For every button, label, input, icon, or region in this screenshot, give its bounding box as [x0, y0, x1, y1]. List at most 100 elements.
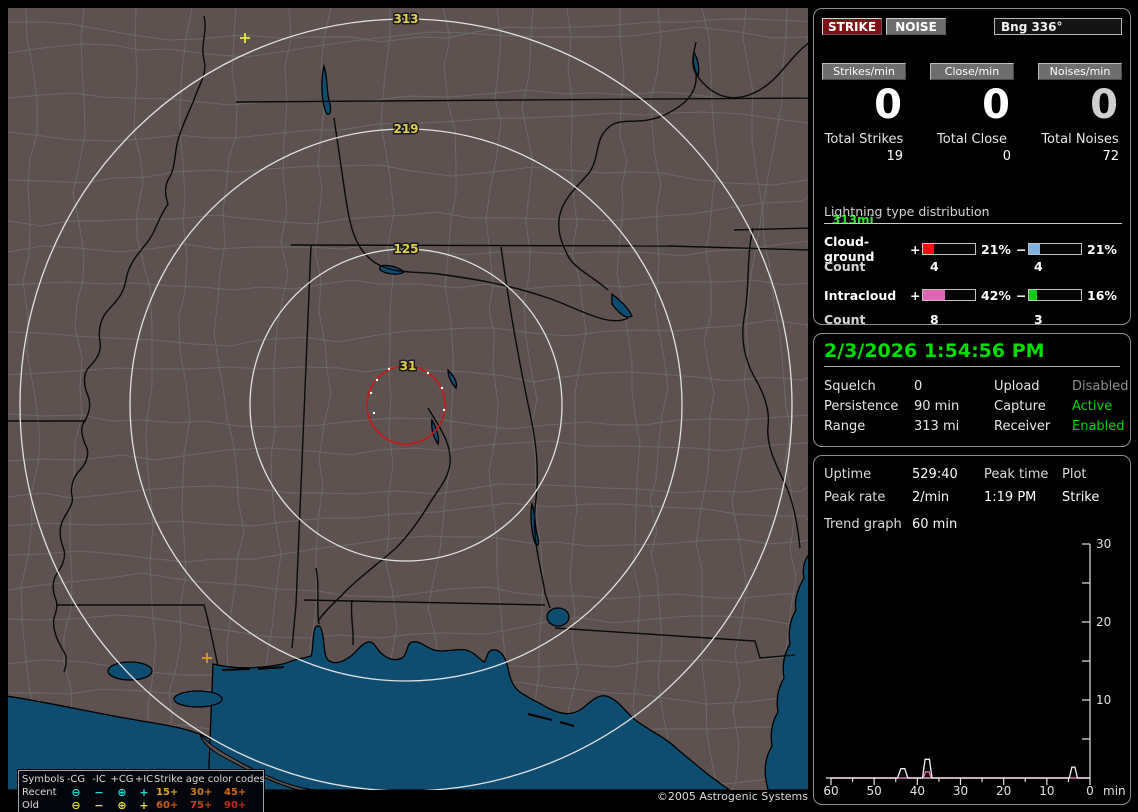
strikes-rate-value: 0: [874, 82, 902, 128]
legend-symbols-header: Symbols: [22, 774, 65, 785]
minus-sign: −: [1016, 241, 1027, 257]
persistence-value: 90 min: [914, 398, 960, 414]
svg-text:30: 30: [953, 784, 968, 798]
range-value: 313 mi: [914, 418, 960, 434]
stats-grid: Uptime 529:40 Peak time Plot Peak rate 2…: [824, 463, 1124, 532]
cg-negative-bar: [1028, 243, 1082, 255]
cg-positive-pct: 21%: [981, 241, 1011, 257]
age-60: 60+: [156, 800, 179, 811]
svg-text:313: 313: [393, 12, 418, 26]
panel-counters: STRIKE NOISE Bng 336° 313mi Strikes/min …: [813, 8, 1131, 327]
map-canvas: 313 219 125 31: [8, 8, 808, 790]
total-strikes-label: Total Strikes: [824, 132, 904, 147]
cg-positive-bar: [922, 243, 976, 255]
age-15: 15+: [156, 787, 179, 798]
age-90: 90+: [224, 800, 247, 811]
distribution-title: Lightning type distribution: [824, 204, 1122, 224]
ic-positive-pct: 42%: [981, 287, 1011, 303]
ic-positive-bar: [922, 289, 976, 301]
recent-neg-ic-icon: −: [94, 786, 104, 799]
lightning-distribution: Lightning type distribution Cloud-ground…: [824, 204, 1122, 327]
intracloud-count-row: Count 8 3: [824, 311, 1122, 327]
plus-sign: +: [910, 241, 921, 257]
total-noises-label: Total Noises: [1041, 132, 1119, 147]
status-grid: Squelch 0 Upload Disabled Persistence 90…: [824, 376, 1128, 436]
recent-pos-ic-icon: +: [139, 786, 149, 799]
uptime-label: Uptime: [824, 467, 872, 482]
svg-text:31: 31: [400, 359, 417, 373]
close-column: Close/min 0 Total Close 0: [930, 63, 1014, 165]
noise-mode-button[interactable]: NOISE: [886, 18, 946, 35]
squelch-value: 0: [914, 378, 923, 394]
app-window: 313 219 125 31 Symbols -CG -IC +CG +IC Stri…: [0, 0, 1138, 812]
trend-graph-window: 60 min: [912, 516, 958, 532]
map-legend: Symbols -CG -IC +CG +IC Strike age color…: [18, 770, 265, 812]
copyright-text: ©2005 Astrogenic Systems: [656, 790, 808, 803]
noises-column: Noises/min 0 Total Noises 72: [1038, 63, 1122, 165]
minus-sign: −: [1016, 287, 1027, 303]
recent-neg-cg-icon: ⊖: [71, 786, 81, 799]
count-label: Count: [824, 311, 866, 327]
svg-text:125: 125: [393, 242, 418, 256]
svg-text:0: 0: [1086, 784, 1094, 798]
noises-per-min-button[interactable]: Noises/min: [1038, 63, 1122, 80]
trend-graph: 10 20 30 60 50 40 30 20 10 0 min: [823, 537, 1126, 798]
cg-negative-count: 4: [1034, 258, 1043, 274]
ic-negative-bar: [1028, 289, 1082, 301]
cloud-ground-row: Cloud-ground + 21% − 21%: [824, 234, 1122, 264]
cg-negative-pct: 21%: [1087, 241, 1117, 257]
squelch-label: Squelch: [824, 378, 876, 394]
svg-text:60: 60: [823, 784, 838, 798]
receiver-value: Enabled: [1072, 418, 1125, 434]
total-close-value: 0: [1002, 149, 1011, 164]
old-pos-cg-icon: ⊕: [117, 799, 127, 812]
ic-positive-count: 8: [930, 311, 939, 327]
intracloud-row: Intracloud + 42% − 16%: [824, 287, 1122, 303]
noises-rate-value: 0: [1090, 82, 1118, 128]
old-pos-ic-icon: +: [139, 799, 149, 812]
persistence-label: Persistence: [824, 398, 899, 414]
strikes-per-min-button[interactable]: Strikes/min: [822, 63, 906, 80]
svg-text:219: 219: [393, 122, 418, 136]
trend-graph-label: Trend graph: [824, 516, 902, 532]
upload-value: Disabled: [1072, 378, 1129, 394]
peak-rate-label: Peak rate: [824, 490, 886, 505]
capture-value: Active: [1072, 398, 1113, 414]
plus-sign: +: [910, 287, 921, 303]
legend-col-neg-ic: -IC: [92, 774, 106, 785]
total-noises-value: 72: [1102, 149, 1119, 164]
svg-text:30: 30: [1096, 537, 1111, 551]
peak-rate-value: 2/min: [912, 490, 950, 505]
recent-pos-cg-icon: ⊕: [117, 786, 127, 799]
svg-text:50: 50: [867, 784, 882, 798]
peak-time-value: 1:19 PM: [984, 490, 1037, 505]
panel-trend: Uptime 529:40 Peak time Plot Peak rate 2…: [813, 455, 1131, 805]
mode-button-row: STRIKE NOISE Bng 336° 313mi: [822, 18, 1122, 227]
legend-row-old: Old: [22, 800, 39, 811]
count-label: Count: [824, 258, 866, 274]
total-strikes-value: 19: [886, 149, 903, 164]
legend-age-header: Strike age color codes: [154, 774, 265, 785]
datetime-display: 2/3/2026 1:54:56 PM: [824, 340, 1120, 367]
plot-label: Plot: [1062, 467, 1087, 482]
old-neg-ic-icon: −: [94, 799, 104, 812]
range-label: Range: [824, 418, 866, 434]
bearing-readout: Bng 336° 313mi: [832, 18, 1122, 227]
capture-label: Capture: [994, 398, 1046, 414]
uptime-value: 529:40: [912, 467, 958, 482]
receiver-label: Receiver: [994, 418, 1051, 434]
age-75: 75+: [190, 800, 213, 811]
legend-col-pos-ic: +IC: [134, 774, 154, 785]
legend-col-neg-cg: -CG: [66, 774, 86, 785]
strike-mode-button[interactable]: STRIKE: [822, 18, 882, 35]
close-rate-value: 0: [982, 82, 1010, 128]
lightning-map[interactable]: 313 219 125 31 Symbols -CG -IC +CG +IC Stri…: [8, 8, 808, 812]
close-per-min-button[interactable]: Close/min: [930, 63, 1014, 80]
upload-label: Upload: [994, 378, 1040, 394]
ic-negative-count: 3: [1034, 311, 1043, 327]
age-45: 45+: [224, 787, 247, 798]
age-30: 30+: [190, 787, 213, 798]
cg-positive-count: 4: [930, 258, 939, 274]
peak-time-label: Peak time: [984, 467, 1049, 482]
svg-text:min: min: [1103, 784, 1126, 798]
